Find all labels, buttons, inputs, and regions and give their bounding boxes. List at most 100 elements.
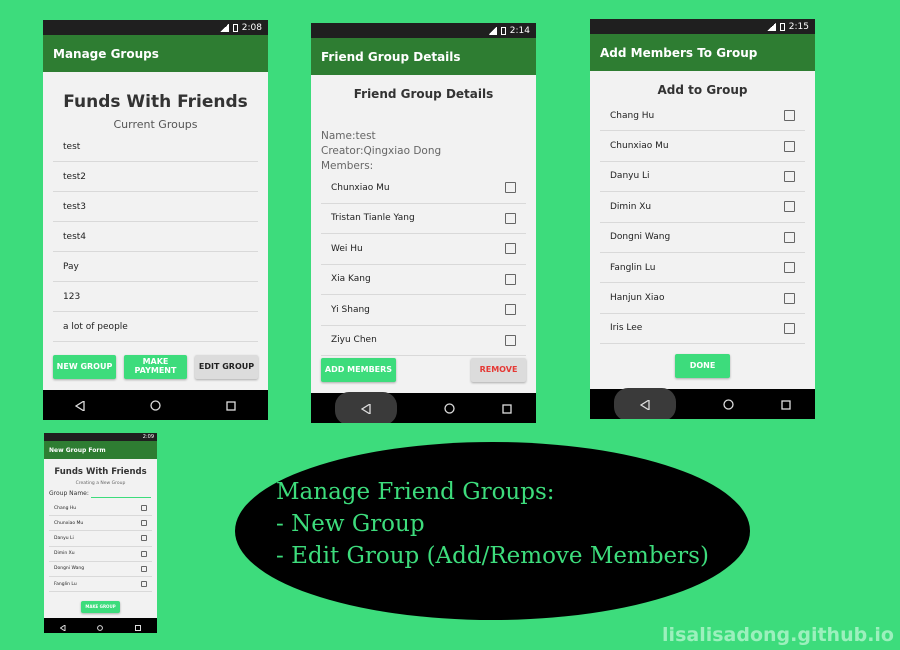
back-icon[interactable] [59, 616, 66, 633]
member-row[interactable]: Tristan Tianle Yang [321, 204, 526, 234]
member-checkbox[interactable] [505, 273, 516, 285]
group-item-label: test3 [63, 201, 87, 212]
person-name: Hanjun Xiao [610, 293, 665, 304]
group-name-input[interactable] [91, 489, 151, 498]
people-list: Chang Hu Chunxiao Mu Danyu Li Dimin Xu D… [600, 101, 805, 351]
member-row[interactable]: Chunxiao Mu [321, 173, 526, 204]
person-row[interactable]: Dimin Xu [600, 192, 805, 223]
group-item[interactable]: 123 [53, 282, 258, 312]
group-item[interactable]: test4 [53, 222, 258, 252]
recents-icon[interactable] [135, 616, 142, 633]
member-checkbox[interactable] [505, 304, 516, 316]
person-checkbox[interactable] [141, 550, 147, 557]
group-creator-text: Creator:Qingxiao Dong [321, 145, 442, 157]
page-title: Funds With Friends [54, 467, 147, 477]
status-time: 2:09 [142, 434, 154, 440]
home-icon[interactable] [723, 395, 734, 414]
status-time: 2:15 [788, 21, 809, 32]
page-title: Funds With Friends [63, 92, 248, 112]
group-name-text: Name:test [321, 130, 376, 142]
make-group-button[interactable]: MAKE GROUP [81, 601, 120, 613]
recents-icon[interactable] [781, 395, 791, 414]
new-group-button[interactable]: NEW GROUP [53, 355, 116, 379]
recents-icon[interactable] [502, 399, 512, 418]
back-icon[interactable] [75, 396, 85, 415]
caption-line-2: - New Group [276, 511, 425, 537]
member-checkbox[interactable] [505, 182, 516, 194]
person-row[interactable]: Danyu Li [600, 162, 805, 193]
person-row[interactable]: Dimin Xu [49, 547, 152, 562]
caption-line-1: Manage Friend Groups: [276, 479, 555, 505]
status-bar: 2:08 [43, 20, 268, 35]
group-item[interactable]: test2 [53, 162, 258, 192]
member-row[interactable]: Ziyu Chen [321, 326, 526, 356]
member-row[interactable]: Wei Hu [321, 234, 526, 265]
person-row[interactable]: Chang Hu [600, 101, 805, 132]
status-time: 2:14 [509, 25, 530, 36]
caption-text: Manage Friend Groups: - New Group - Edit… [276, 476, 709, 572]
person-row[interactable]: Dongni Wang [600, 223, 805, 253]
phone-manage-groups: 2:08 Manage Groups Funds With Friends Cu… [43, 20, 268, 420]
person-row[interactable]: Danyu Li [49, 531, 152, 547]
members-label: Members: [321, 160, 374, 172]
member-checkbox[interactable] [505, 334, 516, 346]
home-icon[interactable] [444, 399, 455, 418]
app-bar: New Group Form [44, 441, 157, 459]
person-name: Dimin Xu [610, 201, 652, 212]
person-checkbox[interactable] [141, 505, 147, 512]
done-button[interactable]: DONE [675, 354, 730, 378]
home-icon[interactable] [150, 396, 161, 415]
person-name: Dongni Wang [54, 566, 85, 572]
recents-icon[interactable] [225, 396, 236, 415]
nav-bar [311, 391, 536, 423]
app-bar-title: Add Members To Group [600, 45, 758, 60]
group-item-label: a lot of people [63, 321, 128, 332]
member-row[interactable]: Yi Shang [321, 295, 526, 326]
person-row[interactable]: Chang Hu [49, 501, 152, 517]
member-row[interactable]: Xia Kang [321, 265, 526, 295]
group-item[interactable]: test3 [53, 192, 258, 222]
person-checkbox[interactable] [784, 292, 795, 304]
add-members-button[interactable]: ADD MEMBERS [321, 358, 396, 382]
person-row[interactable]: Fanglin Lu [49, 577, 152, 593]
person-checkbox[interactable] [784, 110, 795, 122]
person-checkbox[interactable] [141, 581, 147, 588]
person-checkbox[interactable] [784, 231, 795, 243]
person-name: Fanglin Lu [54, 581, 77, 587]
phone-new-group-form: 2:09 New Group Form Funds With Friends C… [44, 433, 157, 633]
person-checkbox[interactable] [141, 565, 147, 572]
person-row[interactable]: Chunxiao Mu [600, 131, 805, 162]
person-checkbox[interactable] [141, 535, 147, 542]
person-name: Chang Hu [54, 505, 77, 511]
app-bar: Friend Group Details [311, 38, 536, 75]
person-checkbox[interactable] [784, 140, 795, 152]
back-icon[interactable] [334, 391, 397, 423]
person-checkbox[interactable] [141, 520, 147, 527]
person-row[interactable]: Dongni Wang [49, 562, 152, 577]
edit-group-button[interactable]: EDIT GROUP [195, 355, 258, 379]
nav-bar [590, 387, 815, 419]
person-checkbox[interactable] [784, 170, 795, 182]
back-icon[interactable] [613, 387, 676, 419]
person-row[interactable]: Iris Lee [600, 314, 805, 345]
group-item[interactable]: a lot of people [53, 312, 258, 342]
home-icon[interactable] [97, 616, 104, 633]
person-row[interactable]: Hanjun Xiao [600, 283, 805, 314]
group-item-label: test4 [63, 231, 87, 242]
groups-list: test test2 test3 test4 Pay 123 a lot of … [53, 132, 258, 342]
member-name: Chunxiao Mu [331, 182, 390, 193]
person-checkbox[interactable] [784, 322, 795, 334]
watermark: lisalisadong.github.io [662, 624, 894, 646]
person-row[interactable]: Fanglin Lu [600, 253, 805, 284]
remove-button[interactable]: REMOVE [471, 358, 526, 382]
member-checkbox[interactable] [505, 243, 516, 255]
person-checkbox[interactable] [784, 262, 795, 274]
person-checkbox[interactable] [784, 201, 795, 213]
person-row[interactable]: Chunxiao Mu [49, 516, 152, 532]
member-name: Ziyu Chen [331, 335, 377, 346]
make-payment-button[interactable]: MAKE PAYMENT [124, 355, 187, 379]
group-item[interactable]: Pay [53, 252, 258, 282]
member-checkbox[interactable] [505, 212, 516, 224]
members-list: Chunxiao Mu Tristan Tianle Yang Wei Hu X… [321, 173, 526, 356]
group-item[interactable]: test [53, 132, 258, 162]
